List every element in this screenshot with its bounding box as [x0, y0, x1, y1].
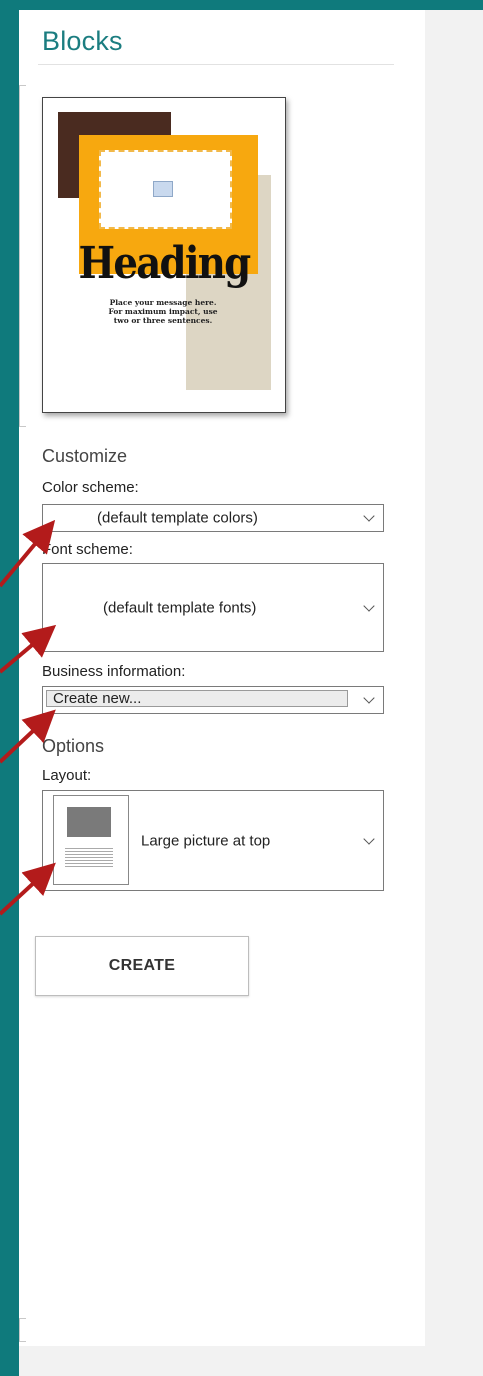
annotation-arrows — [0, 519, 57, 916]
arrow-to-font-scheme — [0, 624, 57, 674]
arrow-to-layout — [0, 862, 56, 916]
arrow-to-color-scheme — [0, 519, 56, 588]
arrow-to-business-information — [0, 709, 56, 764]
